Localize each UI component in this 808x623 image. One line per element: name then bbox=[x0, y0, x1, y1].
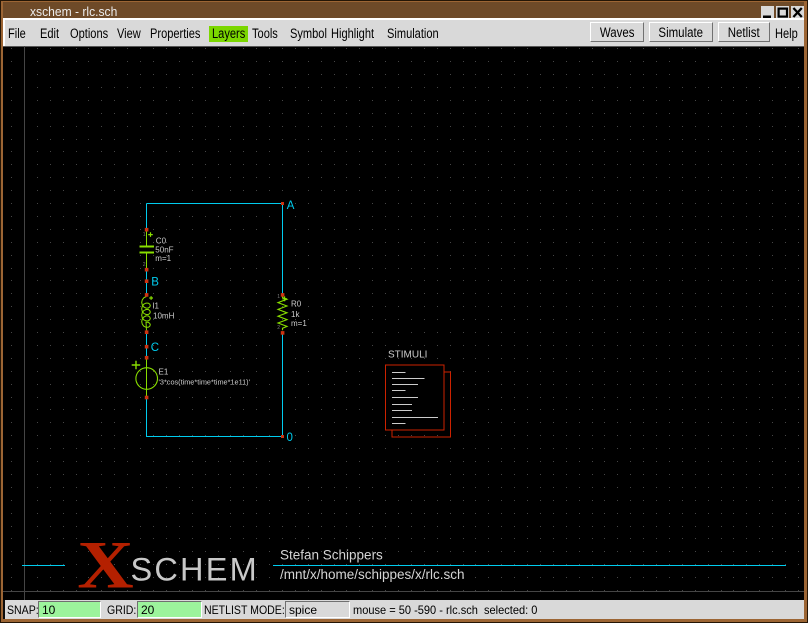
svg-text:1: 1 bbox=[277, 294, 280, 300]
svg-text:/mnt/x/home/schippes/x/rlc.sch: /mnt/x/home/schippes/x/rlc.sch bbox=[280, 567, 465, 582]
svg-text:A: A bbox=[287, 200, 295, 212]
svg-text:10mH: 10mH bbox=[153, 312, 175, 321]
svg-text:E1: E1 bbox=[159, 368, 169, 377]
svg-text:Stefan Schippers: Stefan Schippers bbox=[280, 548, 383, 563]
svg-text:C0: C0 bbox=[156, 237, 167, 246]
svg-text:m=1: m=1 bbox=[291, 319, 307, 328]
svg-text:B: B bbox=[151, 277, 159, 289]
svg-text:0: 0 bbox=[287, 432, 293, 444]
svg-text:R0: R0 bbox=[291, 299, 302, 308]
svg-text:2: 2 bbox=[143, 262, 146, 268]
svg-text:1: 1 bbox=[143, 232, 146, 238]
svg-text:2: 2 bbox=[277, 325, 280, 331]
svg-text:1k: 1k bbox=[291, 310, 300, 319]
svg-text:'3*cos(time*time*time*1e11)': '3*cos(time*time*time*1e11)' bbox=[159, 377, 251, 386]
svg-text:I1: I1 bbox=[152, 302, 159, 311]
svg-text:STIMULI: STIMULI bbox=[388, 350, 427, 361]
svg-text:SCHEM: SCHEM bbox=[131, 552, 259, 588]
svg-text:C: C bbox=[151, 342, 159, 354]
svg-text:X: X bbox=[77, 527, 134, 600]
svg-text:m=1: m=1 bbox=[155, 254, 171, 263]
